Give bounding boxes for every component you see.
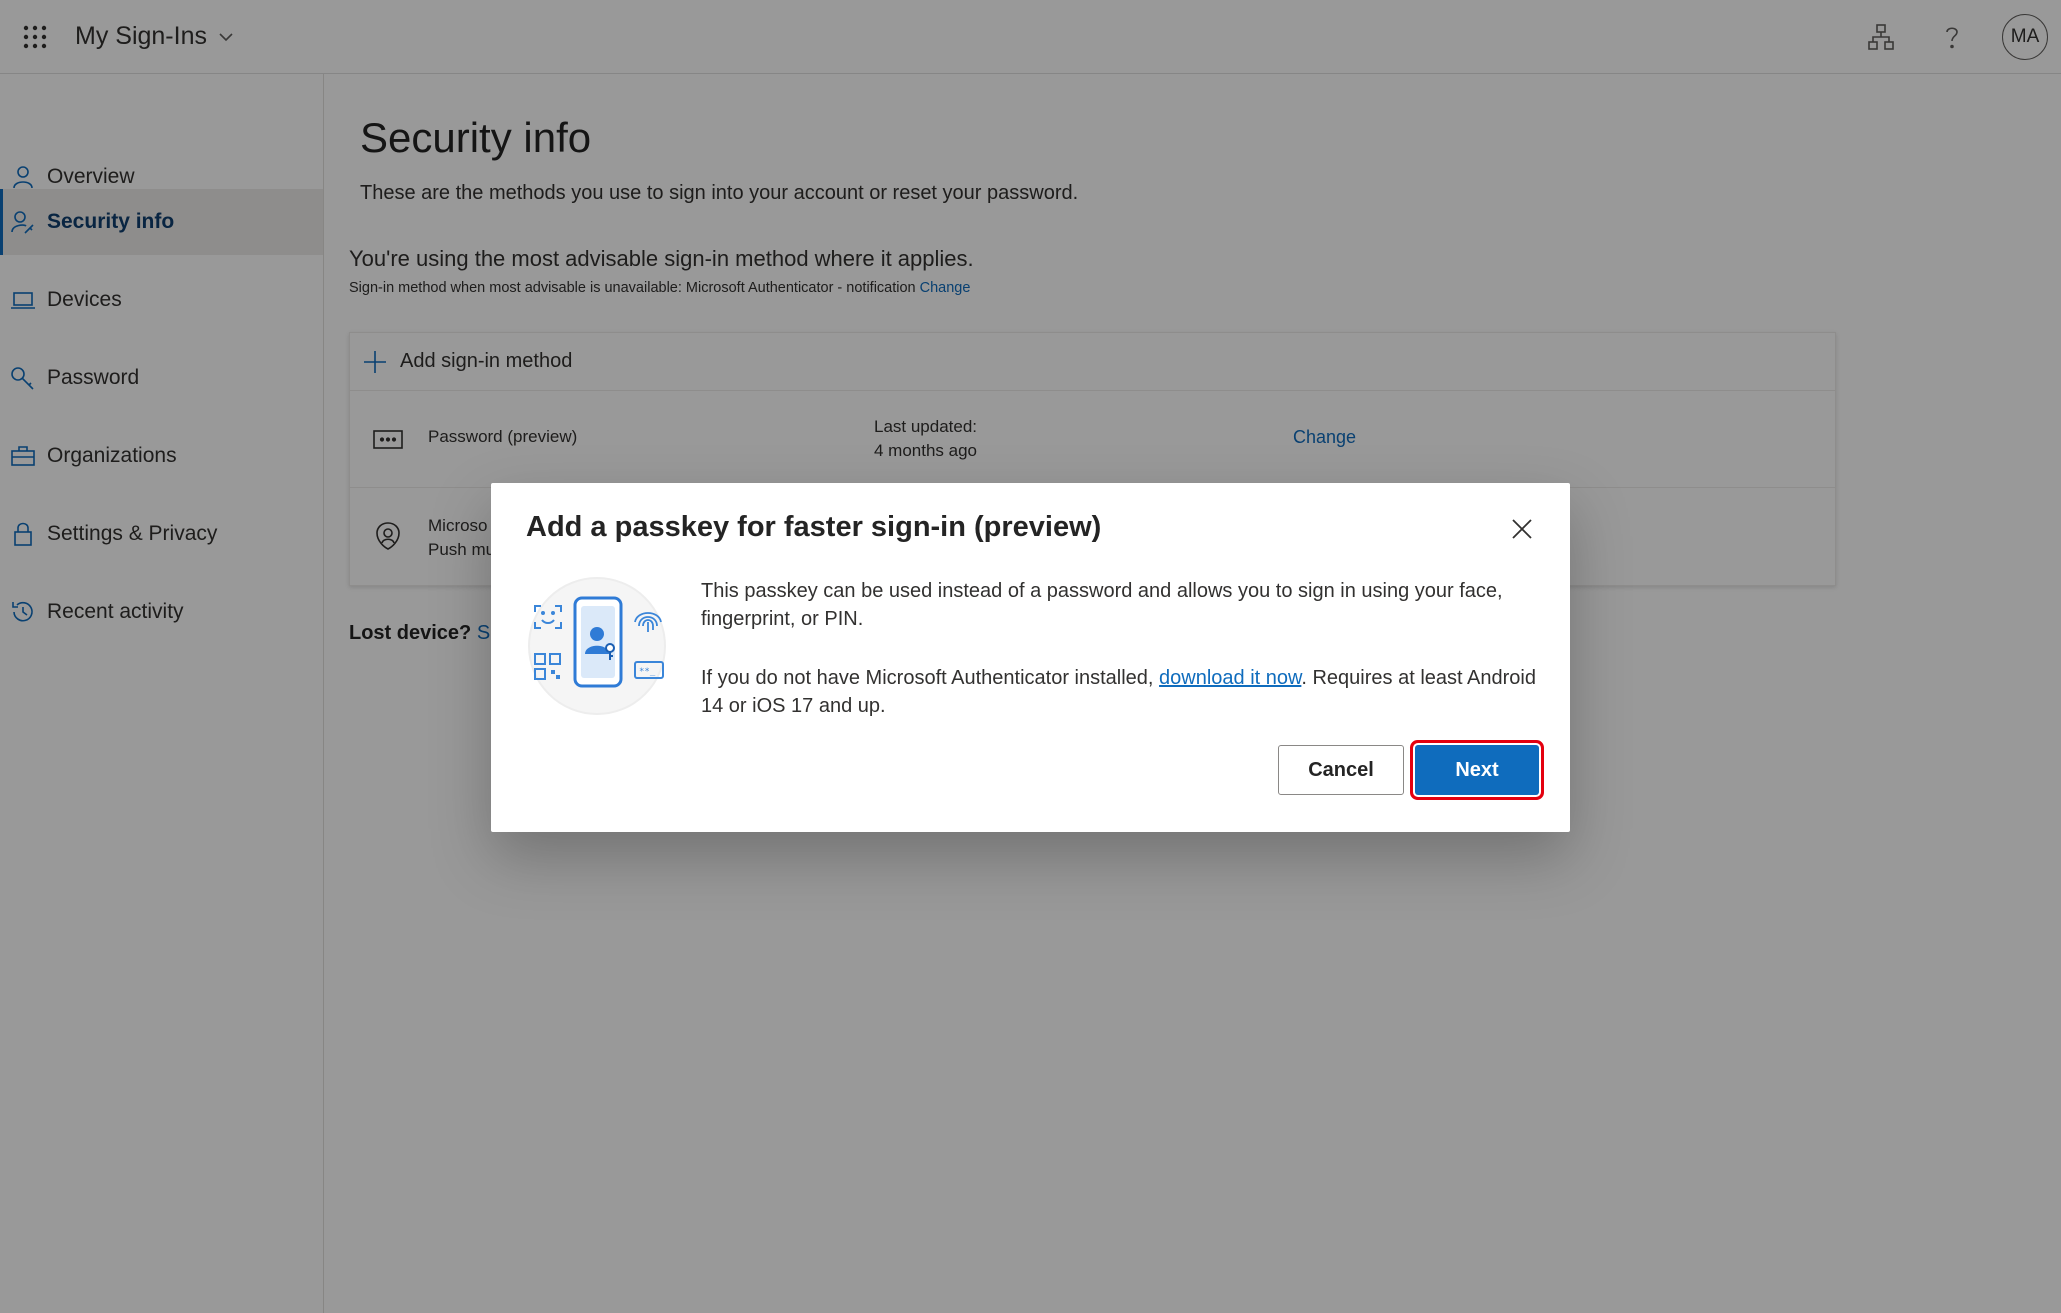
passkey-dialog: Add a passkey for faster sign-in (previe… xyxy=(491,483,1570,832)
dialog-title: Add a passkey for faster sign-in (previe… xyxy=(526,511,1102,543)
close-icon[interactable] xyxy=(1510,517,1534,541)
dialog-paragraph-1: This passkey can be used instead of a pa… xyxy=(701,580,1503,630)
next-button[interactable]: Next xyxy=(1415,745,1539,795)
para2-text-start: If you do not have Microsoft Authenticat… xyxy=(701,667,1160,689)
svg-text:**_: **_ xyxy=(639,667,656,677)
cancel-button[interactable]: Cancel xyxy=(1278,745,1404,795)
passkey-illustration: **_ xyxy=(527,576,667,716)
download-authenticator-link[interactable]: download it now xyxy=(1159,667,1301,689)
app: My Sign-Ins MA Overview Security info De… xyxy=(0,0,2061,1313)
dialog-paragraph-2: If you do not have Microsoft Authenticat… xyxy=(701,664,1541,720)
dialog-body: This passkey can be used instead of a pa… xyxy=(701,577,1541,720)
